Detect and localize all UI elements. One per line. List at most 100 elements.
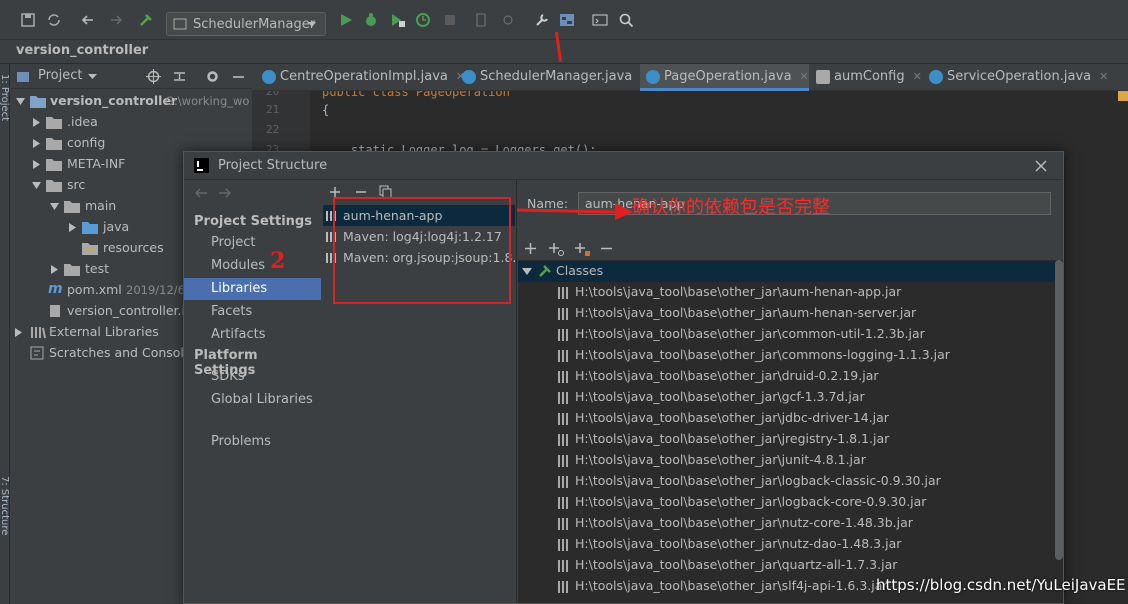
search-icon[interactable] [618, 12, 634, 28]
class-jar-item[interactable]: H:\tools\java_tool\base\other_jar\logbac… [518, 492, 1053, 513]
nav-sdks[interactable]: SDKs [184, 366, 321, 388]
run-configuration-select[interactable]: SchedulerManager [166, 12, 326, 36]
back-icon[interactable] [194, 188, 208, 198]
class-jar-path: H:\tools\java_tool\base\other_jar\aum-he… [575, 284, 902, 299]
expand-arrow-icon[interactable] [50, 202, 59, 211]
device-icon[interactable] [474, 12, 490, 28]
back-icon[interactable] [80, 12, 96, 28]
add-jar-icon[interactable] [574, 242, 591, 256]
add-icon[interactable] [524, 242, 537, 255]
class-jar-item[interactable]: H:\tools\java_tool\base\other_jar\gcf-1.… [518, 387, 1053, 408]
stop-icon[interactable] [442, 12, 458, 28]
collapse-arrow-icon[interactable] [50, 265, 59, 274]
close-icon[interactable] [1035, 160, 1047, 172]
terminal-icon[interactable] [592, 12, 608, 28]
watermark: https://blog.csdn.net/YuLeiJavaEE [876, 576, 1126, 594]
nav-facets[interactable]: Facets [184, 301, 321, 323]
class-jar-item[interactable]: H:\tools\java_tool\base\other_jar\jregis… [518, 429, 1053, 450]
project-structure-icon[interactable] [559, 12, 575, 28]
save-icon[interactable] [20, 12, 36, 28]
class-jar-item[interactable]: H:\tools\java_tool\base\other_jar\common… [518, 345, 1053, 366]
remove-icon[interactable] [600, 242, 613, 255]
expand-arrow-icon[interactable] [522, 267, 532, 276]
project-view-title[interactable]: Project [38, 68, 82, 83]
class-jar-item[interactable]: H:\tools\java_tool\base\other_jar\common… [518, 324, 1053, 345]
tab-aum-config[interactable]: aumConfig ✕ [810, 64, 922, 91]
warning-marker[interactable] [1118, 91, 1128, 101]
forward-icon[interactable] [218, 188, 232, 198]
folder-icon [64, 264, 80, 276]
collapse-arrow-icon[interactable] [32, 139, 41, 148]
collapse-arrow-icon[interactable] [68, 223, 77, 232]
folder-icon [64, 201, 80, 213]
tab-scheduler-manager[interactable]: SchedulerManager.java✕ [456, 64, 649, 91]
sync-icon[interactable] [46, 12, 62, 28]
project-settings-header: Project Settings [194, 214, 312, 229]
forward-icon[interactable] [108, 12, 124, 28]
nav-libraries[interactable]: Libraries [184, 278, 321, 300]
annotation-note: 确认你的依赖包是否完整 [632, 197, 830, 218]
classes-root[interactable]: Classes [518, 261, 1055, 282]
collapse-arrow-icon[interactable] [32, 160, 41, 169]
locate-icon[interactable] [146, 69, 161, 84]
class-jar-item[interactable]: H:\tools\java_tool\base\other_jar\nutz-c… [518, 513, 1053, 534]
tab-page-operation[interactable]: PageOperation.java ✕ [640, 64, 809, 91]
nav-artifacts[interactable]: Artifacts [184, 324, 321, 346]
main-toolbar: SchedulerManager [0, 0, 1128, 40]
class-jar-path: H:\tools\java_tool\base\other_jar\druid-… [575, 368, 879, 383]
class-jar-item[interactable]: H:\tools\java_tool\base\other_jar\aum-he… [518, 282, 1053, 303]
build-icon[interactable] [138, 12, 154, 28]
minimize-icon[interactable] [231, 69, 246, 84]
platform-settings-header: Platform Settings [194, 348, 258, 378]
nav-modules[interactable]: Modules [184, 255, 321, 277]
tree-item-idea[interactable]: .idea [10, 112, 252, 133]
class-jar-item[interactable]: H:\tools\java_tool\base\other_jar\quartz… [518, 555, 1053, 576]
jar-icon [558, 497, 568, 509]
expand-arrow-icon[interactable] [16, 97, 25, 106]
run-config-label: SchedulerManager [193, 17, 316, 32]
collapse-arrow-icon[interactable] [14, 328, 23, 337]
class-icon [646, 70, 660, 84]
settings-wrench-icon[interactable] [534, 12, 550, 28]
expand-arrow-icon[interactable] [32, 181, 41, 190]
folder-icon [46, 117, 62, 129]
close-icon[interactable]: ✕ [1099, 70, 1108, 83]
class-jar-item[interactable]: H:\tools\java_tool\base\other_jar\nutz-d… [518, 534, 1053, 555]
close-icon[interactable]: ✕ [800, 70, 809, 83]
library-icon [31, 327, 46, 339]
nav-global-libraries[interactable]: Global Libraries [184, 389, 321, 411]
collapse-arrow-icon[interactable] [32, 118, 41, 127]
structure-tool-tab[interactable]: 7: Structure [0, 476, 10, 535]
gear-icon[interactable] [205, 69, 220, 84]
collapse-all-icon[interactable] [172, 69, 187, 84]
maven-icon: m [48, 281, 63, 297]
class-jar-item[interactable]: H:\tools\java_tool\base\other_jar\jdbc-d… [518, 408, 1053, 429]
class-jar-item[interactable]: H:\tools\java_tool\base\other_jar\aum-he… [518, 303, 1053, 324]
chevron-down-icon[interactable] [88, 74, 97, 80]
breadcrumb-project[interactable]: version_controller [16, 43, 148, 58]
folder-icon [46, 159, 62, 171]
scrollbar[interactable] [1055, 260, 1063, 560]
jar-icon [558, 518, 568, 530]
nav-project[interactable]: Project [184, 232, 321, 254]
app-config-icon [173, 18, 187, 30]
classes-tree: Classes H:\tools\java_tool\base\other_ja… [518, 260, 1063, 603]
profile-icon[interactable] [415, 12, 431, 28]
class-jar-item[interactable]: H:\tools\java_tool\base\other_jar\druid-… [518, 366, 1053, 387]
close-icon[interactable]: ✕ [913, 70, 922, 83]
class-jar-item[interactable]: H:\tools\java_tool\base\other_jar\junit-… [518, 450, 1053, 471]
nav-problems[interactable]: Problems [184, 431, 321, 453]
tree-item-root[interactable]: version_controller G:\working_wo [10, 91, 252, 112]
run-icon[interactable] [338, 12, 354, 28]
tab-centre-operation-impl[interactable]: CentreOperationImpl.java ✕ [256, 64, 465, 91]
attach-icon[interactable] [500, 12, 516, 28]
class-jar-item[interactable]: H:\tools\java_tool\base\other_jar\logbac… [518, 471, 1053, 492]
class-jar-path: H:\tools\java_tool\base\other_jar\logbac… [575, 494, 927, 509]
jar-icon [558, 392, 568, 404]
project-tool-tab[interactable]: 1: Project [0, 74, 10, 121]
class-jar-path: H:\tools\java_tool\base\other_jar\jregis… [575, 431, 890, 446]
debug-icon[interactable] [363, 12, 379, 28]
add-root-icon[interactable] [548, 242, 565, 256]
coverage-icon[interactable] [389, 12, 405, 28]
tab-service-operation[interactable]: ServiceOperation.java ✕ [923, 64, 1108, 91]
